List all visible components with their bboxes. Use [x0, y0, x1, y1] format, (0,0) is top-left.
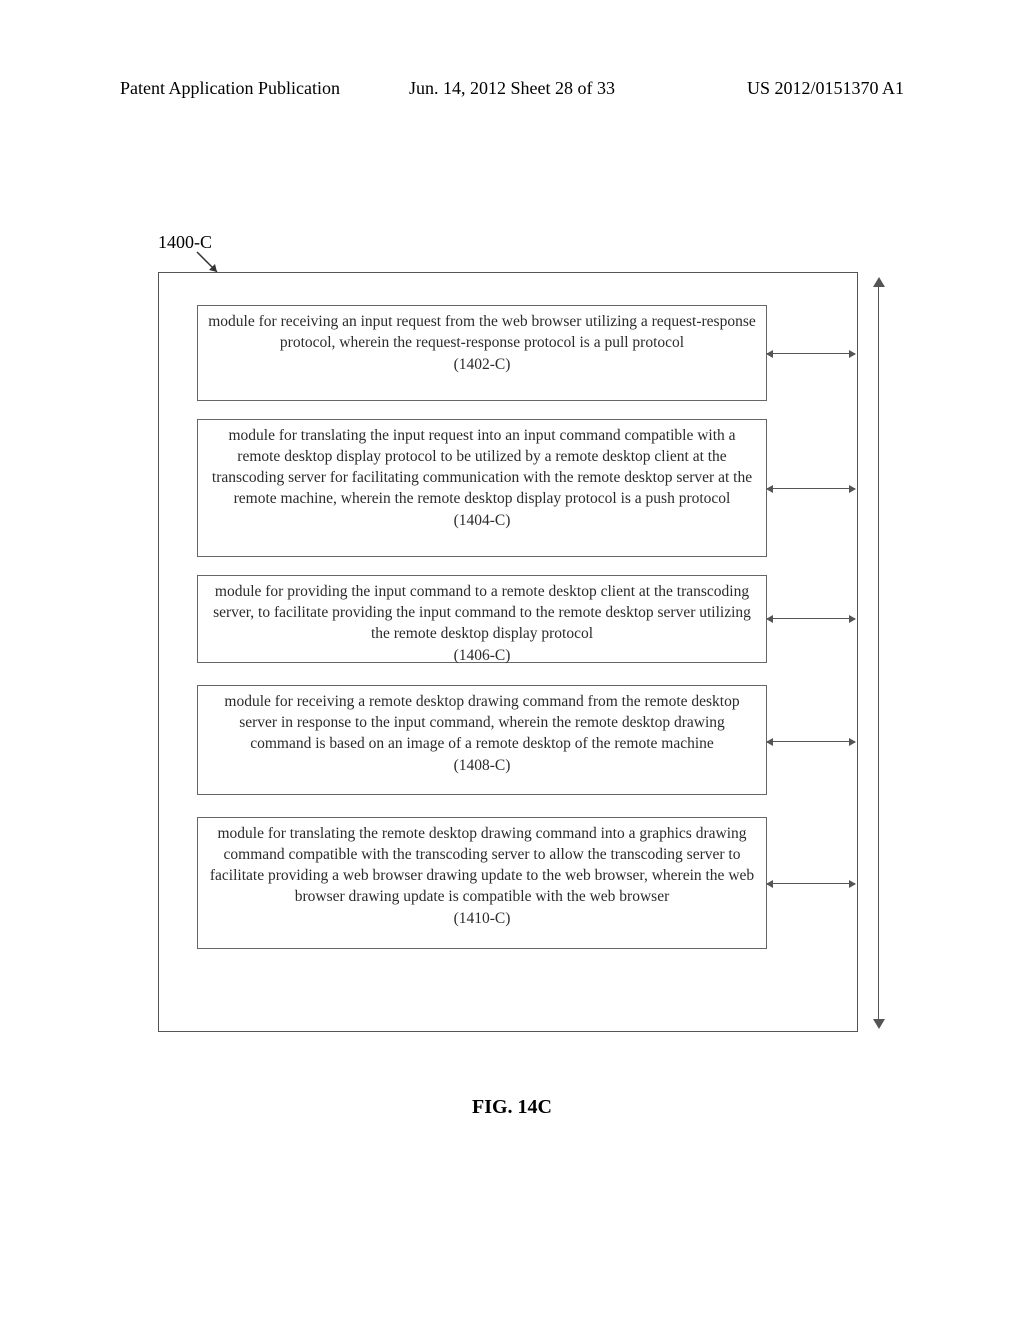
figure-caption: FIG. 14C [0, 1096, 1024, 1119]
vertical-bus-line [878, 285, 879, 1021]
arrowhead-down-icon [873, 1019, 885, 1029]
module-ref: (1408-C) [208, 756, 756, 777]
module-text: module for translating the remote deskto… [210, 825, 754, 905]
module-text: module for receiving an input request fr… [208, 313, 756, 351]
module-container-box: module for receiving an input request fr… [158, 272, 858, 1032]
module-1408c: module for receiving a remote desktop dr… [197, 685, 767, 795]
connector-arrow-icon [767, 488, 855, 489]
page-header: Patent Application Publication Jun. 14, … [0, 78, 1024, 99]
module-ref: (1404-C) [208, 511, 756, 532]
module-1404c: module for translating the input request… [197, 419, 767, 557]
module-1402c: module for receiving an input request fr… [197, 305, 767, 401]
module-1406c: module for providing the input command t… [197, 575, 767, 663]
header-left: Patent Application Publication [120, 78, 340, 99]
module-text: module for providing the input command t… [213, 583, 751, 642]
connector-arrow-icon [767, 741, 855, 742]
arrowhead-up-icon [873, 277, 885, 287]
header-right: US 2012/0151370 A1 [747, 78, 904, 99]
module-ref: (1402-C) [208, 355, 756, 376]
connector-arrow-icon [767, 353, 855, 354]
module-ref: (1410-C) [208, 909, 756, 930]
module-1410c: module for translating the remote deskto… [197, 817, 767, 949]
module-text: module for receiving a remote desktop dr… [224, 693, 739, 752]
connector-arrow-icon [767, 618, 855, 619]
module-ref: (1406-C) [208, 646, 756, 667]
header-center: Jun. 14, 2012 Sheet 28 of 33 [409, 78, 615, 99]
connector-arrow-icon [767, 883, 855, 884]
module-text: module for translating the input request… [212, 427, 752, 507]
